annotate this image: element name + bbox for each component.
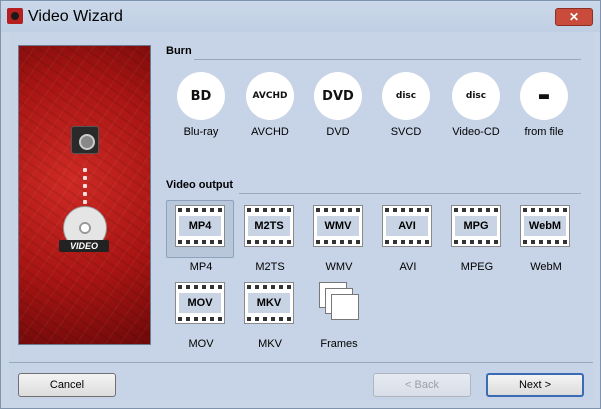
cancel-button[interactable]: Cancel <box>18 373 116 397</box>
video-output-mkv[interactable]: MKV MKV <box>235 277 303 350</box>
video-output-wmv[interactable]: WMV WMV <box>304 200 372 273</box>
film-strip-icon: M2TS <box>244 205 294 247</box>
video-wizard-window: Video Wizard ✕ VIDEO Burn BD Blu-ray AVCHD… <box>0 0 601 409</box>
close-button[interactable]: ✕ <box>555 8 593 26</box>
videocd-icon: disc <box>452 72 500 120</box>
burn-item-svcd[interactable]: disc SVCD <box>371 71 439 143</box>
next-button[interactable]: Next > <box>486 373 584 397</box>
burn-section-title: Burn <box>166 45 192 57</box>
burn-item-dvd[interactable]: DVD DVD <box>303 71 371 143</box>
video-output-label: Frames <box>320 338 358 350</box>
format-badge: WMV <box>317 216 359 236</box>
video-output-section-divider <box>239 193 581 194</box>
video-output-label: M2TS <box>255 261 285 273</box>
burn-item-video-cd[interactable]: disc Video-CD <box>441 71 509 143</box>
format-badge: MPG <box>455 216 497 236</box>
video-output-label: MP4 <box>189 261 213 273</box>
video-badge: VIDEO <box>59 240 109 252</box>
burn-item-blu-ray[interactable]: BD Blu-ray <box>166 71 234 143</box>
burn-item-label: from file <box>524 126 564 138</box>
format-badge: MP4 <box>179 216 221 236</box>
film-strip-icon: MPG <box>451 205 501 247</box>
burn-item-label: Video-CD <box>452 126 500 138</box>
video-output-webm[interactable]: WebM WebM <box>511 200 579 273</box>
burn-item-from-file[interactable]: ▬ from file <box>509 71 577 143</box>
avchd-icon: AVCHD <box>246 72 294 120</box>
film-strip-icon: MP4 <box>175 205 225 247</box>
burn-item-label: DVD <box>326 126 350 138</box>
format-badge: AVI <box>386 216 428 236</box>
format-badge: WebM <box>524 216 566 236</box>
video-output-mov[interactable]: MOV MOV <box>166 277 234 350</box>
dotted-connector <box>83 168 87 208</box>
film-strip-icon: MOV <box>175 282 225 324</box>
app-icon <box>7 8 23 24</box>
film-strip-icon: MKV <box>244 282 294 324</box>
burn-item-label: Blu-ray <box>183 126 219 138</box>
video-output-frames[interactable]: Frames <box>304 277 372 350</box>
format-badge: MOV <box>179 293 221 313</box>
video-output-m2ts[interactable]: M2TS M2TS <box>235 200 303 273</box>
video-output-mp4[interactable]: MP4 MP4 <box>166 200 234 273</box>
format-badge: M2TS <box>248 216 290 236</box>
video-output-section-title: Video output <box>166 179 234 191</box>
back-button[interactable]: < Back <box>373 373 471 397</box>
video-output-label: MOV <box>188 338 214 350</box>
camera-icon <box>71 126 99 154</box>
wizard-side-image: VIDEO <box>18 45 151 345</box>
video-output-label: AVI <box>399 261 417 273</box>
svcd-icon: disc <box>382 72 430 120</box>
burn-item-avchd[interactable]: AVCHD AVCHD <box>235 71 303 143</box>
video-output-label: MKV <box>258 338 282 350</box>
footer-divider <box>9 362 593 363</box>
burn-section-divider <box>194 59 581 60</box>
video-output-mpeg[interactable]: MPG MPEG <box>442 200 510 273</box>
film-strip-icon: WebM <box>520 205 570 247</box>
wizard-client-area: VIDEO Burn BD Blu-ray AVCHD AVCHD DVD DVD disc… <box>9 32 593 400</box>
window-title: Video Wizard <box>28 8 123 25</box>
frames-icon <box>319 282 363 322</box>
film-strip-icon: WMV <box>313 205 363 247</box>
video-output-label: WebM <box>530 261 562 273</box>
video-output-label: WMV <box>325 261 353 273</box>
burn-item-label: AVCHD <box>251 126 289 138</box>
video-output-label: MPEG <box>460 261 494 273</box>
dvd-icon: DVD <box>314 72 362 120</box>
film-strip-icon: AVI <box>382 205 432 247</box>
folder-icon: ▬ <box>520 72 568 120</box>
title-bar[interactable]: Video Wizard ✕ <box>1 1 600 32</box>
format-badge: MKV <box>248 293 290 313</box>
bluray-icon: BD <box>177 72 225 120</box>
video-output-avi[interactable]: AVI AVI <box>373 200 441 273</box>
burn-item-label: SVCD <box>390 126 422 138</box>
